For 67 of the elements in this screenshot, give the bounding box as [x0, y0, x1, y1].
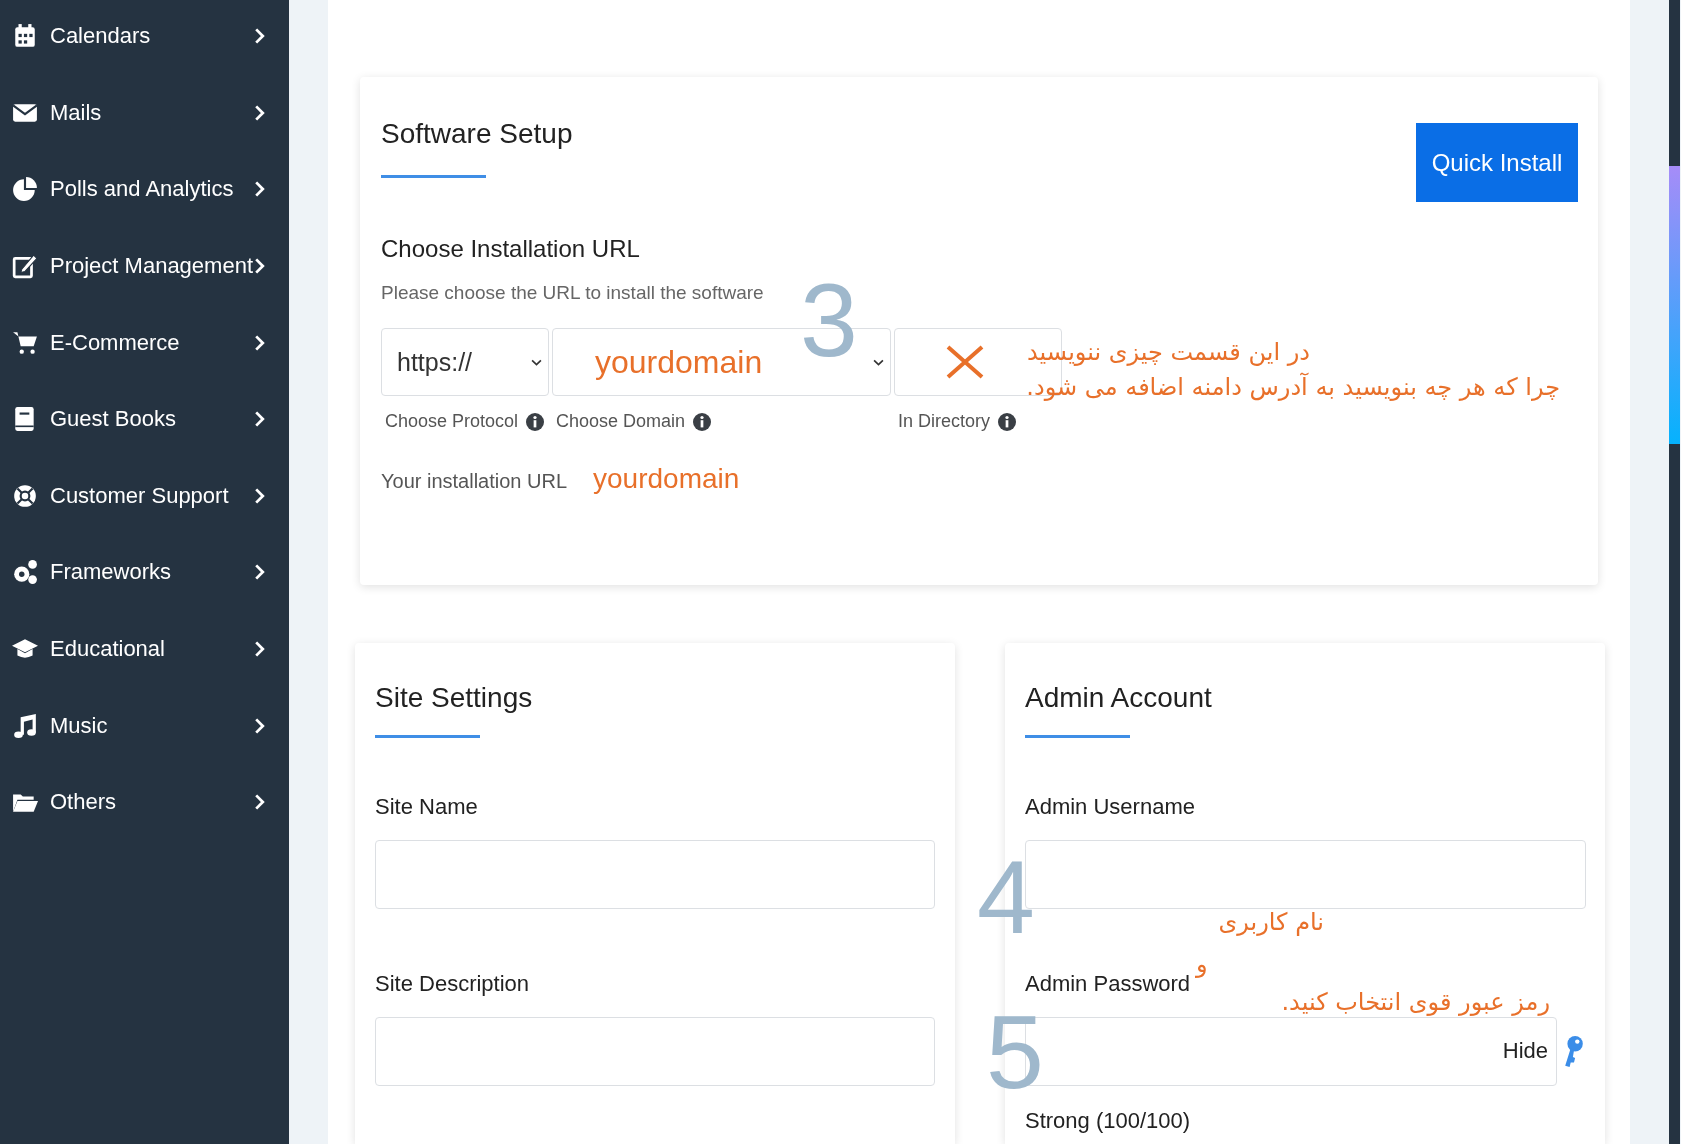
chevron-right-icon [254, 257, 265, 276]
sidebar-label: Educational [50, 636, 166, 663]
field-label: Site Name [375, 793, 478, 820]
scrollbar-thumb[interactable] [1669, 166, 1680, 444]
sidebar-label: Calendars [50, 23, 152, 50]
field-label: Site Description [375, 970, 530, 997]
card-title: Site Settings [375, 681, 534, 715]
card-title: Admin Account [1025, 681, 1213, 715]
sidebar-label: Guest Books [50, 406, 177, 433]
key-icon[interactable] [1563, 1034, 1585, 1068]
annotation-note: و [1196, 950, 1208, 979]
chevron-right-icon [254, 563, 265, 582]
password-strength: Strong (100/100) [1025, 1107, 1192, 1134]
chevron-right-icon [254, 793, 265, 812]
sidebar-item[interactable]: Mails [0, 74, 289, 152]
hint-text: Please choose the URL to install the software [381, 282, 765, 304]
chevron-right-icon [254, 486, 265, 505]
protocol-select[interactable]: https:// [381, 328, 549, 396]
hide-toggle[interactable]: Hide [1502, 1038, 1548, 1065]
sidebar-item[interactable]: Frameworks [0, 534, 289, 611]
sidebar-item[interactable]: Others [0, 763, 289, 841]
installation-url-label: Your installation URL [381, 470, 568, 493]
annotation-note: چرا که هر چه بنویسید به آدرس دامنه اضافه می شود. [1026, 373, 1560, 402]
caret-icon [531, 358, 542, 366]
info-icon[interactable] [693, 411, 712, 432]
sidebar-item[interactable]: Project Management [0, 227, 289, 305]
sidebar-label: Frameworks [50, 559, 172, 586]
sidebar-label: E-Commerce [50, 329, 181, 356]
chevron-right-icon [254, 410, 265, 429]
sidebar-item[interactable]: Music [0, 687, 289, 764]
sidebar-label: Customer Support [50, 482, 230, 509]
field-label: Admin Password [1025, 970, 1191, 997]
field-label: Admin Username [1025, 793, 1195, 820]
chevron-right-icon [254, 716, 265, 735]
text-input[interactable] [375, 1016, 935, 1086]
sidebar-label: Mails [50, 99, 103, 126]
sidebar-item[interactable]: Calendars [0, 0, 289, 75]
sidebar-label: Project Management [50, 253, 254, 280]
chevron-right-icon [254, 180, 265, 199]
sidebar-item[interactable]: E-Commerce [0, 304, 289, 381]
chevron-right-icon [254, 103, 265, 122]
section-heading: Choose Installation URL [381, 235, 641, 263]
annotation-note: نام کاربری [1218, 908, 1324, 937]
chevron-right-icon [254, 640, 265, 659]
quick-install-button[interactable]: Quick Install [1416, 123, 1578, 202]
chevron-right-icon [254, 333, 265, 352]
field-label: In Directory [898, 411, 991, 432]
chevron-right-icon [254, 27, 265, 46]
annotation-note: رمز عبور قوی انتخاب کنید. [1281, 988, 1550, 1017]
field-label: Choose Domain [556, 411, 686, 432]
field-label: Choose Protocol [385, 411, 519, 432]
sidebar-item[interactable]: Educational [0, 610, 289, 688]
step-number: 4 [977, 845, 1035, 949]
annotation-note: در این قسمت چیزی ننویسید [1026, 338, 1310, 367]
sidebar-label: Music [50, 712, 109, 739]
cross-mark-icon [945, 345, 985, 379]
sidebar-label: Polls and Analytics [50, 176, 235, 203]
info-icon[interactable] [526, 411, 545, 432]
sidebar-label: Others [50, 789, 118, 816]
caret-icon [873, 358, 884, 366]
installation-url-value: yourdomain [593, 463, 740, 495]
sidebar-item[interactable]: Customer Support [0, 457, 289, 535]
sidebar-item[interactable]: Polls and Analytics [0, 151, 289, 228]
info-icon[interactable] [998, 411, 1017, 432]
sidebar-item[interactable]: Guest Books [0, 380, 289, 458]
card-title: Software Setup [381, 117, 573, 151]
text-input[interactable] [375, 839, 935, 909]
